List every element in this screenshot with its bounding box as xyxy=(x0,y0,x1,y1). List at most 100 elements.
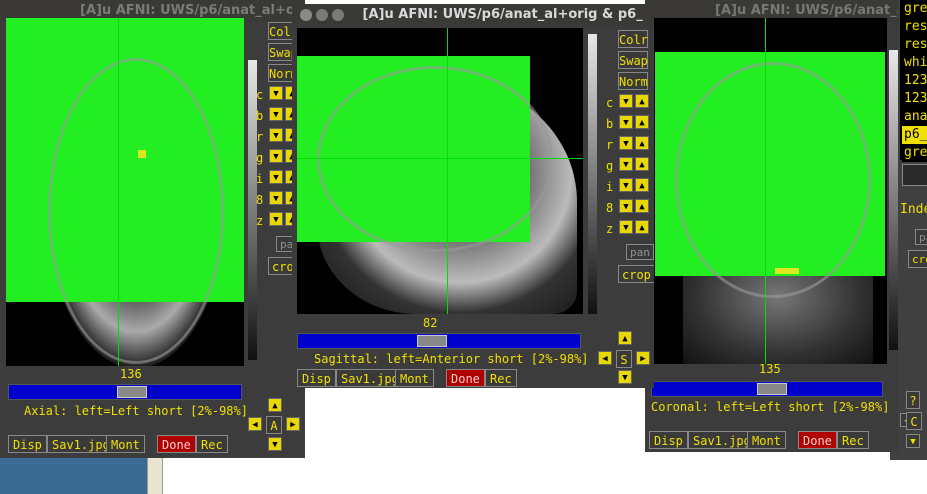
sagittal-sav1jpg-button[interactable]: Sav1.jpg xyxy=(336,369,404,387)
sagittal-rec-button[interactable]: Rec xyxy=(485,369,517,387)
sagittal-crosshair-horizontal xyxy=(297,158,583,159)
axial-slice-number: 136 xyxy=(120,367,142,381)
controller-list-item[interactable]: whi xyxy=(902,54,927,72)
sagittal-mont-button[interactable]: Mont xyxy=(395,369,434,387)
sagittal-swap-button[interactable]: Swap xyxy=(618,51,648,69)
sagittal-arrow-left[interactable]: ◀ xyxy=(598,351,612,365)
arrow-down-icon[interactable]: ▼ xyxy=(269,86,283,100)
axial-adjust-label: r xyxy=(256,130,264,144)
controller-arrow-down[interactable]: ▼ xyxy=(906,434,920,448)
controller-field[interactable] xyxy=(902,164,927,186)
axial-slider-thumb[interactable] xyxy=(117,386,147,398)
axial-slice-slider[interactable] xyxy=(8,384,242,400)
axial-image-window: [A]u AFNI: UWS/p6/anat_al+orig & p6_ Col… xyxy=(0,0,305,458)
arrow-down-icon[interactable]: ▼ xyxy=(269,170,283,184)
sagittal-colorbar xyxy=(588,34,597,314)
coronal-crosshair-vertical xyxy=(765,18,766,364)
sagittal-crop-button[interactable]: crop xyxy=(618,265,654,283)
sagittal-slice-number: 82 xyxy=(423,316,438,330)
sagittal-image-view[interactable] xyxy=(297,28,583,314)
minimize-icon[interactable] xyxy=(316,9,328,21)
maximize-icon[interactable] xyxy=(332,9,344,21)
coronal-colorbar xyxy=(889,50,898,350)
arrow-up-icon[interactable]: ▲ xyxy=(635,178,649,192)
arrow-up-icon[interactable]: ▲ xyxy=(635,136,649,150)
sagittal-colr-button[interactable]: Colr xyxy=(618,30,648,48)
arrow-down-icon[interactable]: ▼ xyxy=(619,220,633,234)
sagittal-brain-outline xyxy=(317,66,553,252)
controller-list-item[interactable]: p6_ xyxy=(902,126,927,144)
arrow-down-icon[interactable]: ▼ xyxy=(269,212,283,226)
controller-list: gre res res whi 123 123 ana p6_ gre xyxy=(900,0,927,162)
controller-mode-button[interactable]: C xyxy=(906,412,922,430)
coronal-slider-thumb[interactable] xyxy=(757,383,787,395)
controller-list-item[interactable]: 123 xyxy=(902,90,927,108)
controller-index-label: Inde xyxy=(900,202,927,217)
sagittal-adjust-label: g xyxy=(606,159,614,173)
controller-side-button[interactable]: ? xyxy=(906,391,920,409)
axial-arrow-right[interactable]: ▶ xyxy=(286,417,300,431)
controller-list-item[interactable]: 123 xyxy=(902,72,927,90)
sagittal-slice-slider[interactable] xyxy=(297,333,581,349)
axial-disp-button[interactable]: Disp xyxy=(8,435,47,453)
axial-mode-button[interactable]: A xyxy=(266,416,282,434)
sagittal-done-button[interactable]: Done xyxy=(446,369,485,387)
arrow-down-icon[interactable]: ▼ xyxy=(269,128,283,142)
sagittal-norm-button[interactable]: Norm xyxy=(618,72,648,90)
axial-sav1jpg-button[interactable]: Sav1.jpg xyxy=(47,435,115,453)
sagittal-arrow-right[interactable]: ▶ xyxy=(636,351,650,365)
arrow-down-icon[interactable]: ▼ xyxy=(269,107,283,121)
axial-rec-button[interactable]: Rec xyxy=(196,435,228,453)
controller-pan-button[interactable]: pan xyxy=(915,229,927,245)
controller-list-item[interactable]: gre xyxy=(902,144,927,162)
sagittal-arrow-down[interactable]: ▼ xyxy=(618,370,632,384)
coronal-mont-button[interactable]: Mont xyxy=(747,431,786,449)
arrow-down-icon[interactable]: ▼ xyxy=(619,199,633,213)
arrow-up-icon[interactable]: ▲ xyxy=(635,199,649,213)
arrow-down-icon[interactable]: ▼ xyxy=(619,157,633,171)
sagittal-window-title: [A]u AFNI: UWS/p6/anat_al+orig & p6_ xyxy=(362,7,643,22)
arrow-up-icon[interactable]: ▲ xyxy=(635,115,649,129)
arrow-down-icon[interactable]: ▼ xyxy=(619,178,633,192)
arrow-up-icon[interactable]: ▲ xyxy=(635,220,649,234)
axial-adjust-label: z xyxy=(256,214,264,228)
controller-list-item[interactable]: ana xyxy=(902,108,927,126)
sagittal-crosshair-vertical xyxy=(447,28,448,314)
arrow-up-icon[interactable]: ▲ xyxy=(635,157,649,171)
arrow-down-icon[interactable]: ▼ xyxy=(619,136,633,150)
axial-arrow-down[interactable]: ▼ xyxy=(268,437,282,451)
sagittal-slider-thumb[interactable] xyxy=(417,335,447,347)
controller-crop-button[interactable]: crop xyxy=(908,250,927,268)
coronal-slice-number: 135 xyxy=(759,362,781,376)
arrow-down-icon[interactable]: ▼ xyxy=(619,115,633,129)
axial-hot-spot xyxy=(138,150,146,158)
coronal-slice-slider[interactable] xyxy=(651,381,883,397)
axial-mont-button[interactable]: Mont xyxy=(106,435,145,453)
controller-list-item[interactable]: res xyxy=(902,36,927,54)
coronal-image-view[interactable] xyxy=(653,18,887,364)
axial-adjust-label: i xyxy=(256,172,264,186)
coronal-sav1jpg-button[interactable]: Sav1.jpg xyxy=(688,431,756,449)
axial-fmri-overlay xyxy=(6,18,244,364)
sagittal-arrow-up[interactable]: ▲ xyxy=(618,331,632,345)
controller-list-item[interactable]: gre xyxy=(902,0,927,18)
axial-arrow-up[interactable]: ▲ xyxy=(268,398,282,412)
arrow-down-icon[interactable]: ▼ xyxy=(619,94,633,108)
axial-done-button[interactable]: Done xyxy=(157,435,196,453)
sagittal-caption: Sagittal: left=Anterior short [2%-98%] xyxy=(314,352,589,366)
close-icon[interactable] xyxy=(300,9,312,21)
sagittal-mode-button[interactable]: S xyxy=(616,350,632,368)
arrow-down-icon[interactable]: ▼ xyxy=(269,149,283,163)
axial-adjust-label: c xyxy=(256,88,264,102)
arrow-down-icon[interactable]: ▼ xyxy=(269,191,283,205)
sagittal-pan-button[interactable]: pan xyxy=(626,244,654,260)
controller-list-item[interactable]: res xyxy=(902,18,927,36)
axial-arrow-left[interactable]: ◀ xyxy=(248,417,262,431)
arrow-up-icon[interactable]: ▲ xyxy=(635,94,649,108)
coronal-rec-button[interactable]: Rec xyxy=(837,431,869,449)
coronal-disp-button[interactable]: Disp xyxy=(649,431,688,449)
sagittal-disp-button[interactable]: Disp xyxy=(297,369,336,387)
coronal-done-button[interactable]: Done xyxy=(798,431,837,449)
axial-image-view[interactable] xyxy=(6,18,244,366)
axial-adjust-label: b xyxy=(256,109,264,123)
